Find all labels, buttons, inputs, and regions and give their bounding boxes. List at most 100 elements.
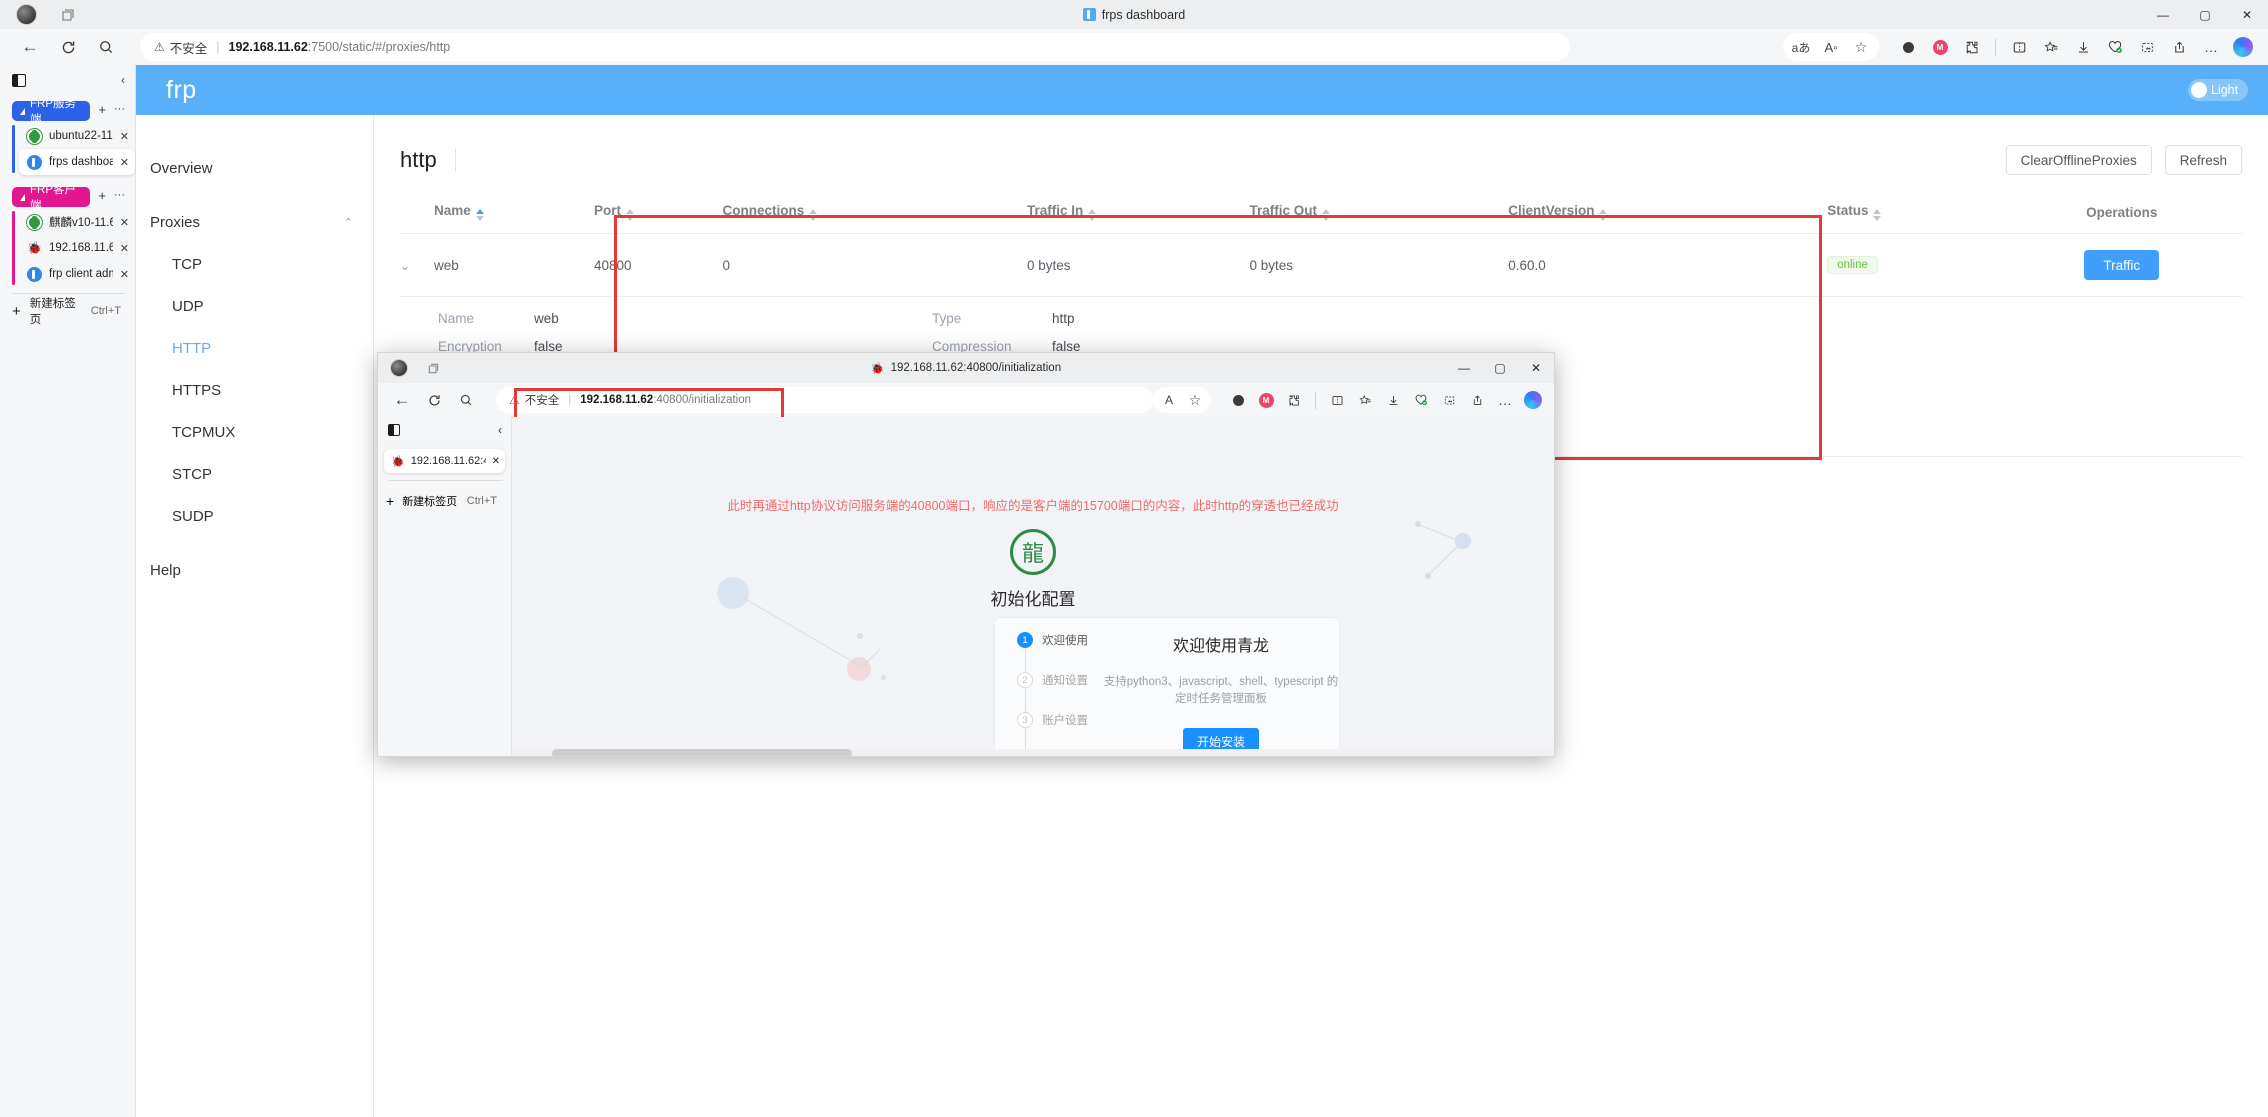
tab-qinglong-11-63[interactable]: 🐞 192.168.11.63:157 ✕: [19, 235, 135, 261]
inner-reload-icon[interactable]: [420, 384, 448, 416]
th-name[interactable]: Name: [434, 193, 594, 234]
sort-icon[interactable]: [1088, 209, 1097, 221]
sort-icon[interactable]: [1599, 209, 1608, 221]
step-account[interactable]: 3 账户设置: [1017, 712, 1103, 728]
inner-shopping-icon[interactable]: [1408, 384, 1434, 416]
inner-collections-icon[interactable]: [1352, 384, 1378, 416]
add-tab-icon[interactable]: +: [98, 188, 106, 203]
inner-share-icon[interactable]: [1464, 384, 1490, 416]
group-more-icon[interactable]: ···: [114, 103, 125, 115]
tab-frp-client-admin[interactable]: frp client admin U ✕: [19, 261, 135, 287]
downloads-icon[interactable]: [2068, 31, 2098, 63]
refresh-button[interactable]: Refresh: [2164, 145, 2242, 175]
tab-group-frp-client[interactable]: FRP客户端: [12, 184, 91, 212]
sidebar-item-stcp[interactable]: STCP: [136, 453, 373, 495]
inner-read-aloud-icon[interactable]: A: [1156, 384, 1182, 416]
th-status[interactable]: Status: [1827, 193, 2002, 234]
inner-favorite-star-icon[interactable]: ☆: [1182, 384, 1208, 416]
group-more-icon[interactable]: ···: [114, 189, 125, 201]
record-dot-icon[interactable]: [1893, 31, 1923, 63]
sort-icon[interactable]: [475, 209, 484, 221]
sidebar-item-help[interactable]: Help: [136, 549, 373, 591]
collections-icon[interactable]: [2036, 31, 2066, 63]
sidebar-item-tcpmux[interactable]: TCPMUX: [136, 411, 373, 453]
sidebar-item-sudp[interactable]: SUDP: [136, 495, 373, 537]
close-tab-icon[interactable]: ✕: [120, 268, 129, 281]
sidebar-item-http[interactable]: HTTP: [136, 327, 373, 369]
minimize-button[interactable]: —: [2142, 0, 2184, 29]
sort-icon[interactable]: [1873, 209, 1882, 221]
step-welcome[interactable]: 1 欢迎使用: [1017, 632, 1103, 648]
inner-back-icon[interactable]: ←: [388, 384, 416, 416]
step-notification[interactable]: 2 通知设置: [1017, 672, 1103, 688]
address-bar[interactable]: ⚠ 不安全 | 192.168.11.62:7500/static/#/prox…: [140, 33, 1570, 61]
sidebar-item-udp[interactable]: UDP: [136, 285, 373, 327]
inner-more-options-icon[interactable]: …: [1492, 384, 1518, 416]
collapse-panel-icon[interactable]: ‹: [121, 73, 125, 87]
inner-record-dot-icon[interactable]: [1225, 384, 1251, 416]
inner-search-icon[interactable]: [452, 384, 480, 416]
row-expand-cell[interactable]: ⌄: [400, 233, 434, 297]
inner-screenshot-icon[interactable]: [1436, 384, 1462, 416]
inner-toggle-tab-panel-icon[interactable]: [388, 424, 400, 436]
split-screen-icon[interactable]: [2004, 31, 2034, 63]
sidebar-item-proxies[interactable]: Proxies ⌃: [136, 201, 373, 243]
read-aloud-icon[interactable]: A ᠉: [1816, 31, 1846, 63]
sort-icon[interactable]: [809, 209, 818, 221]
close-tab-icon[interactable]: ✕: [120, 156, 129, 169]
close-tab-icon[interactable]: ✕: [120, 130, 129, 143]
inner-tab-qinglong[interactable]: 🐞 192.168.11.62:40800 ✕: [384, 449, 505, 473]
maximize-button[interactable]: ▢: [2184, 0, 2226, 29]
inner-close-tab-icon[interactable]: ✕: [492, 456, 500, 467]
new-tab-button[interactable]: + 新建标签页 Ctrl+T: [8, 298, 135, 326]
clear-offline-proxies-button[interactable]: ClearOfflineProxies: [2005, 145, 2152, 175]
back-icon[interactable]: ←: [14, 31, 46, 63]
inner-collapse-panel-icon[interactable]: ‹: [498, 423, 502, 437]
traffic-button[interactable]: Traffic: [2084, 250, 2160, 280]
close-button[interactable]: ✕: [2226, 0, 2268, 29]
inner-maximize-button[interactable]: ▢: [1482, 353, 1518, 383]
more-options-icon[interactable]: …: [2196, 31, 2226, 63]
sort-icon[interactable]: [625, 209, 634, 221]
sort-icon[interactable]: [1322, 209, 1330, 221]
extension-badge-icon[interactable]: M: [1925, 31, 1955, 63]
th-port[interactable]: Port: [593, 193, 723, 234]
close-tab-icon[interactable]: ✕: [120, 216, 129, 229]
horizontal-scrollbar[interactable]: [512, 749, 1554, 756]
inner-copilot-icon[interactable]: [1520, 384, 1546, 416]
add-tab-icon[interactable]: +: [98, 102, 106, 117]
inner-new-tab-button[interactable]: + 新建标签页 Ctrl+T: [386, 489, 505, 513]
th-traffic-in[interactable]: Traffic In: [1026, 193, 1250, 234]
search-icon[interactable]: [90, 31, 122, 63]
inner-extensions-puzzle-icon[interactable]: [1281, 384, 1307, 416]
theme-toggle[interactable]: Light: [2188, 79, 2248, 101]
translate-icon[interactable]: aあ: [1786, 31, 1816, 63]
inner-split-screen-icon[interactable]: [1324, 384, 1350, 416]
th-client-version[interactable]: ClientVersion: [1508, 193, 1828, 234]
inner-minimize-button[interactable]: —: [1446, 353, 1482, 383]
share-icon[interactable]: [2164, 31, 2194, 63]
sidebar-item-tcp[interactable]: TCP: [136, 243, 373, 285]
tab-kylin-v10[interactable]: 麒麟v10-11.63 ✕: [19, 209, 135, 235]
tab-group-frp-server[interactable]: FRP服务端: [12, 98, 91, 126]
tab-frps-dashboard[interactable]: frps dashboard ✕: [19, 149, 135, 175]
inner-close-button[interactable]: ✕: [1518, 353, 1554, 383]
favorite-star-icon[interactable]: ☆: [1846, 31, 1876, 63]
chevron-down-icon[interactable]: ⌄: [400, 259, 410, 273]
th-connections[interactable]: Connections: [722, 193, 1027, 234]
shopping-icon[interactable]: [2100, 31, 2130, 63]
scrollbar-thumb[interactable]: [552, 749, 852, 756]
inner-extension-badge-icon[interactable]: M: [1253, 384, 1279, 416]
reload-icon[interactable]: [52, 31, 84, 63]
sidebar-item-overview[interactable]: Overview: [136, 147, 373, 189]
extensions-puzzle-icon[interactable]: [1957, 31, 1987, 63]
screenshot-icon[interactable]: [2132, 31, 2162, 63]
th-traffic-out[interactable]: Traffic Out: [1249, 193, 1509, 234]
tab-ubuntu22[interactable]: ubuntu22-11.62 ✕: [19, 123, 135, 149]
copilot-icon[interactable]: [2228, 31, 2258, 63]
close-tab-icon[interactable]: ✕: [120, 242, 129, 255]
toggle-tab-panel-icon[interactable]: [12, 73, 26, 87]
sidebar-item-https[interactable]: HTTPS: [136, 369, 373, 411]
inner-browser-window[interactable]: 🐞 192.168.11.62:40800/initialization — ▢…: [377, 352, 1555, 757]
table-row[interactable]: ⌄ web 40800 0 0 bytes 0 bytes 0.60.0 onl…: [400, 233, 2242, 297]
